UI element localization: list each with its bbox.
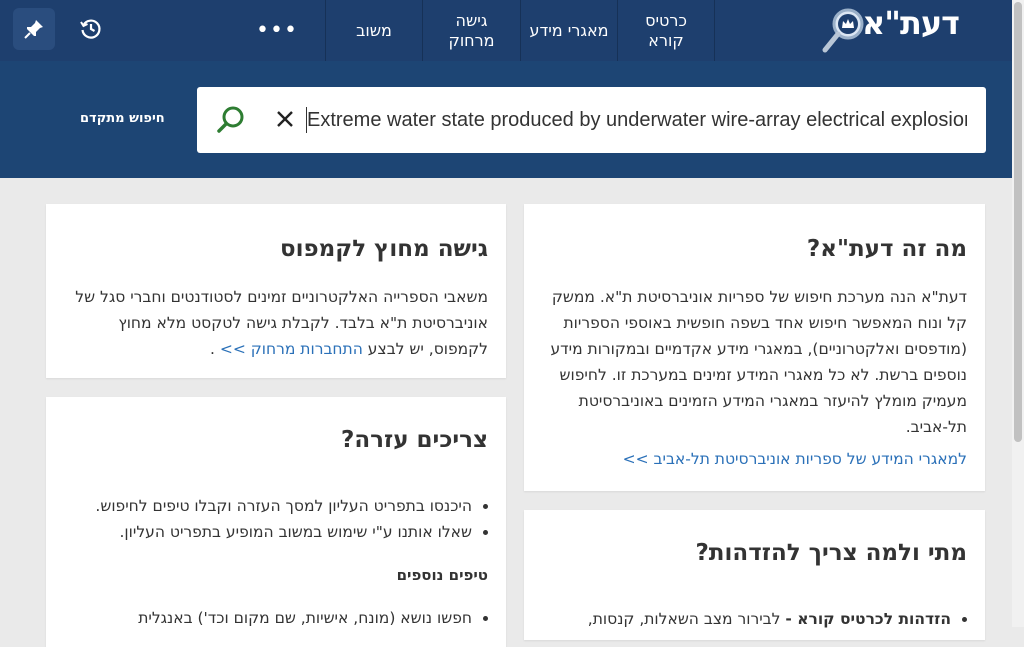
advanced-search-link[interactable]: חיפוש מתקדם bbox=[80, 111, 165, 126]
about-line-3: (מודפסים ואלקטרוניים), במאגרי מידע אקדמי… bbox=[550, 340, 967, 358]
identify-item-text: לבירור מצב השאלות, קנסות, bbox=[587, 610, 786, 628]
remote-line-3-suffix: . bbox=[209, 340, 215, 358]
magnifier-crown-icon bbox=[822, 8, 864, 53]
about-line-2: קל ונוח המאפשר חיפוש אחד בשפה חופשית באו… bbox=[563, 314, 967, 332]
close-icon[interactable] bbox=[273, 107, 297, 131]
nav-reader-card-label-2: קורא bbox=[648, 30, 684, 50]
tips-list: חפשו נושא (מונח, אישיות, שם מקום וכד') ב… bbox=[138, 605, 472, 631]
search-input[interactable] bbox=[307, 101, 967, 139]
about-line-4: נוספים ברשת. לא כל מאגרי המידע זמינים במ… bbox=[559, 366, 967, 384]
more-menu-button[interactable]: ••• bbox=[252, 0, 302, 61]
remote-line-2: אוניברסיטת ת"א בלבד. לקבלת גישה לטקסט מל… bbox=[118, 314, 488, 332]
nav-feedback-label: משוב bbox=[356, 20, 392, 40]
nav-remote-access[interactable]: גישה מרחוק bbox=[422, 0, 520, 61]
identify-title: מתי ולמה צריך להזדהות? bbox=[695, 540, 967, 566]
nav-reader-card-label-1: כרטיס bbox=[645, 10, 687, 30]
tips-title: טיפים נוספים bbox=[396, 566, 488, 584]
identify-item-bold: הזדהות לכרטיס קורא - bbox=[785, 610, 951, 628]
remote-access-card: גישה מחוץ לקמפוס משאבי הספרייה האלקטרוני… bbox=[46, 204, 506, 378]
list-item: שאלו אותנו ע"י שימוש במשוב המופיע בתפריט… bbox=[95, 519, 473, 545]
remote-connect-link[interactable]: התחברות מרחוק >> bbox=[220, 340, 363, 358]
about-line-1: דעת"א הנה מערכת חיפוש של ספריות אוניברסי… bbox=[551, 288, 967, 306]
about-title: מה זה דעת"א? bbox=[806, 236, 967, 262]
site-logo[interactable]: דעת"א bbox=[822, 2, 1002, 56]
nav-feedback[interactable]: משוב bbox=[325, 0, 422, 61]
help-list: היכנסו בתפריט העליון למסך העזרה וקבלו טי… bbox=[95, 493, 472, 545]
list-item: הזדהות לכרטיס קורא - לבירור מצב השאלות, … bbox=[588, 606, 951, 632]
about-card: מה זה דעת"א? דעת"א הנה מערכת חיפוש של ספ… bbox=[524, 204, 985, 491]
pin-icon[interactable] bbox=[13, 8, 55, 50]
text-caret bbox=[306, 107, 307, 133]
list-item: חפשו נושא (מונח, אישיות, שם מקום וכד') ב… bbox=[138, 605, 472, 631]
top-navigation-bar: ••• משוב גישה מרחוק מאגרי מידע כרטיס קור… bbox=[0, 0, 1012, 61]
nav-databases-label: מאגרי מידע bbox=[529, 20, 609, 40]
nav-reader-card[interactable]: כרטיס קורא bbox=[617, 0, 715, 61]
help-title: צריכים עזרה? bbox=[341, 427, 488, 453]
remote-title: גישה מחוץ לקמפוס bbox=[280, 236, 488, 262]
help-card: צריכים עזרה? היכנסו בתפריט העליון למסך ה… bbox=[46, 397, 506, 647]
nav-remote-label-2: מרחוק bbox=[448, 30, 495, 50]
page-scrollbar[interactable] bbox=[1012, 0, 1024, 627]
search-box bbox=[197, 87, 986, 153]
nav-remote-label-1: גישה bbox=[455, 10, 488, 30]
identify-list: הזדהות לכרטיס קורא - לבירור מצב השאלות, … bbox=[588, 606, 951, 632]
scrollbar-thumb[interactable] bbox=[1014, 2, 1022, 442]
about-text: דעת"א הנה מערכת חיפוש של ספריות אוניברסי… bbox=[537, 284, 967, 440]
remote-line-1: משאבי הספרייה האלקטרוניים זמינים לסטודנט… bbox=[75, 288, 488, 306]
search-band: חיפוש מתקדם bbox=[0, 61, 1012, 178]
identify-card: מתי ולמה צריך להזדהות? הזדהות לכרטיס קור… bbox=[524, 510, 985, 640]
remote-text: משאבי הספרייה האלקטרוניים זמינים לסטודנט… bbox=[58, 284, 488, 362]
search-icon[interactable] bbox=[215, 104, 247, 136]
history-icon[interactable] bbox=[70, 8, 112, 50]
databases-link[interactable]: למאגרי המידע של ספריות אוניברסיטת תל-אבי… bbox=[623, 450, 967, 468]
about-line-6: תל-אביב. bbox=[905, 418, 967, 436]
logo-text: דעת"א bbox=[862, 4, 960, 42]
nav-databases[interactable]: מאגרי מידע bbox=[520, 0, 617, 61]
remote-line-3-prefix: לקמפוס, יש לבצע bbox=[367, 340, 488, 358]
about-line-5: מעמיק מומלץ להיעזר במאגרי המידע הזמינים … bbox=[578, 392, 967, 410]
list-item: היכנסו בתפריט העליון למסך העזרה וקבלו טי… bbox=[95, 493, 472, 519]
